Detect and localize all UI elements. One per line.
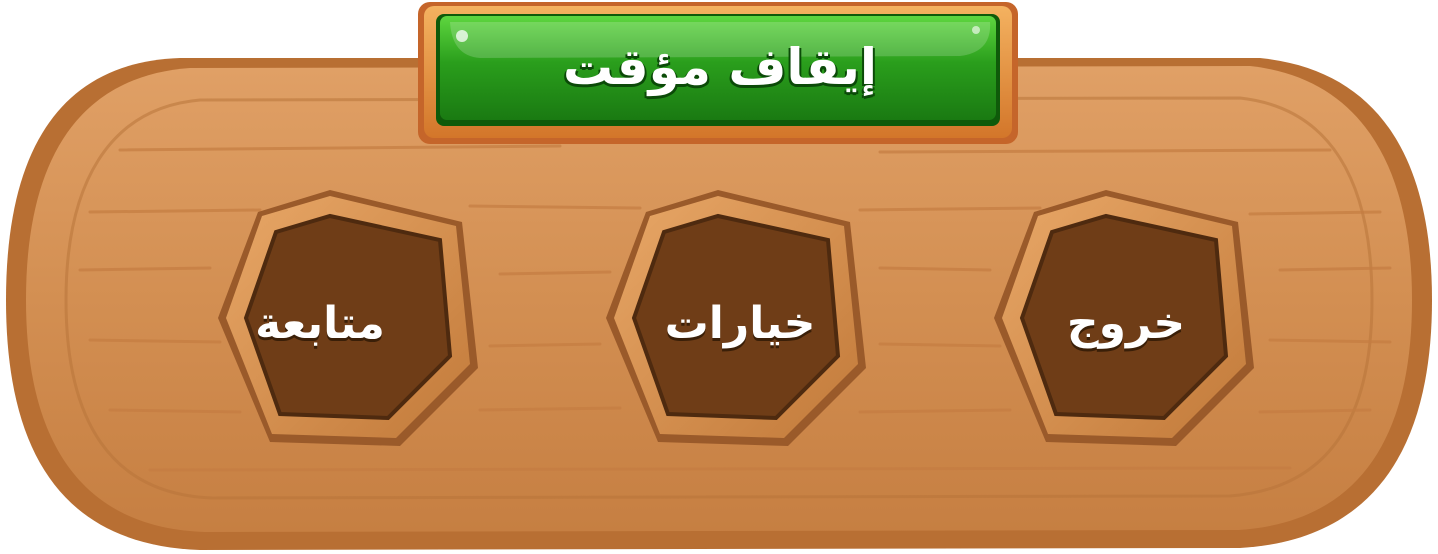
title-banner bbox=[418, 2, 1018, 144]
options-button[interactable] bbox=[614, 196, 858, 438]
continue-button[interactable] bbox=[226, 196, 470, 438]
exit-button[interactable] bbox=[1002, 196, 1246, 438]
pause-menu-panel: إيقاف مؤقت متابعة خيارات خروج bbox=[0, 0, 1438, 554]
